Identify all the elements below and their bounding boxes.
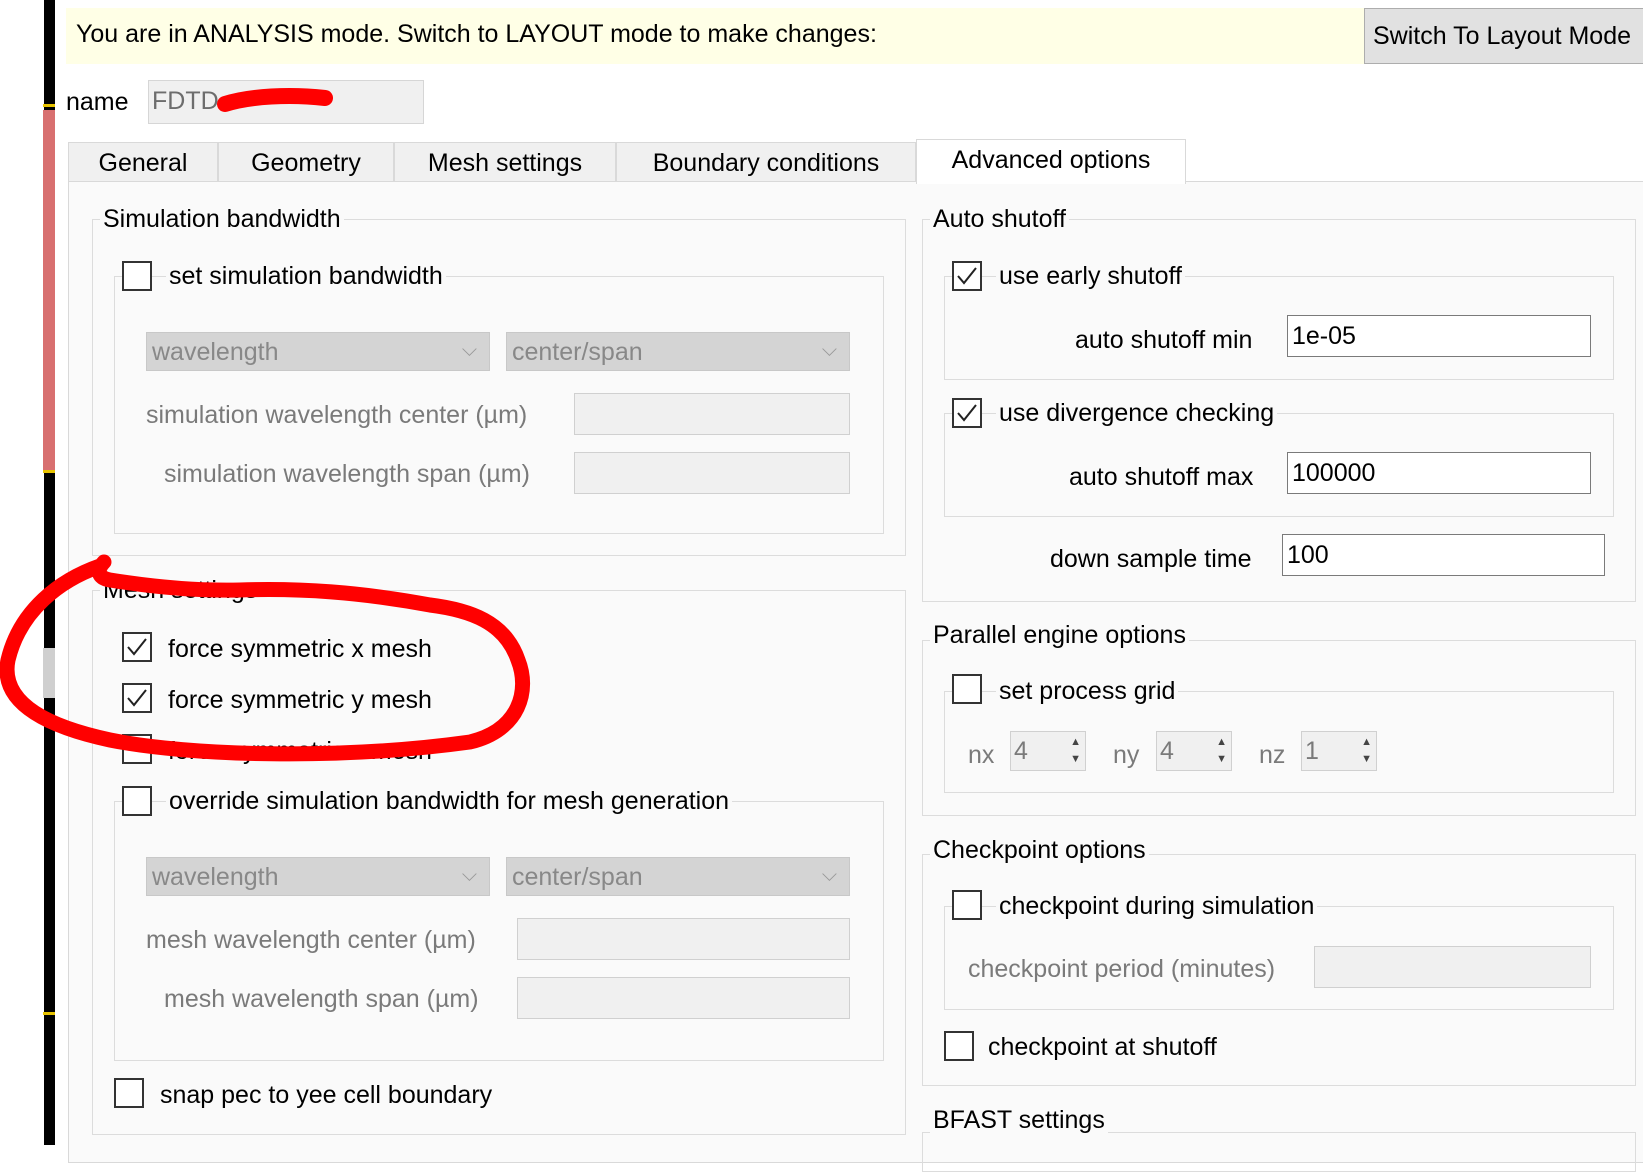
chevron-down-icon: ⌵ <box>461 864 477 886</box>
auto-shutoff-min-label: auto shutoff min <box>1075 326 1253 354</box>
use-early-shutoff-checkbox[interactable] <box>952 261 982 291</box>
mode-banner-text: You are in ANALYSIS mode. Switch to LAYO… <box>76 20 877 48</box>
nz-label: nz <box>1259 741 1286 769</box>
override-bandwidth-label: override simulation bandwidth for mesh g… <box>166 787 733 816</box>
tab-geometry[interactable]: Geometry <box>218 142 394 182</box>
down-sample-time-label: down sample time <box>1050 545 1252 573</box>
checkpoint-period-label: checkpoint period (minutes) <box>968 955 1276 983</box>
checkmark-icon <box>127 638 147 656</box>
checkpoint-during-simulation-checkbox[interactable] <box>952 890 982 920</box>
tab-general[interactable]: General <box>68 142 218 182</box>
mesh-wavelength-span-input[interactable] <box>517 977 850 1019</box>
snap-pec-label: snap pec to yee cell boundary <box>160 1081 493 1109</box>
simulation-bandwidth-title: Simulation bandwidth <box>100 205 344 234</box>
sim-wavelength-span-input[interactable] <box>574 452 850 494</box>
bandwidth-type-select[interactable]: wavelength ⌵ <box>146 332 490 371</box>
nx-value: 4 <box>1014 737 1028 765</box>
use-divergence-checking-label: use divergence checking <box>996 399 1278 428</box>
force-symmetric-y-label: force symmetric y mesh <box>168 686 432 714</box>
force-symmetric-x-label: force symmetric x mesh <box>168 635 432 663</box>
bfast-settings-title: BFAST settings <box>930 1106 1108 1135</box>
left-window-edge <box>0 0 44 1145</box>
chevron-down-icon: ⌵ <box>461 339 477 361</box>
force-symmetric-x-checkbox[interactable] <box>122 632 152 662</box>
sim-wavelength-center-label: simulation wavelength center (µm) <box>146 401 528 429</box>
spin-up-icon[interactable]: ▲ <box>1070 736 1081 748</box>
snap-pec-checkbox[interactable] <box>114 1078 144 1108</box>
checkpoint-period-input[interactable] <box>1314 946 1591 988</box>
set-process-grid-checkbox[interactable] <box>952 674 982 704</box>
auto-shutoff-max-input[interactable]: 100000 <box>1287 452 1591 494</box>
left-marker <box>43 1012 55 1015</box>
mesh-type-value: wavelength <box>152 863 279 891</box>
bandwidth-spec-select[interactable]: center/span ⌵ <box>506 332 850 371</box>
mesh-wavelength-center-label: mesh wavelength center (µm) <box>146 926 476 954</box>
spin-up-icon[interactable]: ▲ <box>1216 736 1227 748</box>
set-process-grid-label: set process grid <box>996 677 1179 706</box>
left-scroll-thumb[interactable] <box>43 648 55 698</box>
auto-shutoff-max-label: auto shutoff max <box>1069 463 1254 491</box>
auto-shutoff-title: Auto shutoff <box>930 205 1069 234</box>
nx-spinbox[interactable]: 4 ▲ ▼ <box>1010 731 1086 771</box>
checkpoint-at-shutoff-checkbox[interactable] <box>944 1031 974 1061</box>
force-symmetric-z-label: force symmetric z mesh <box>168 737 432 765</box>
parallel-engine-title: Parallel engine options <box>930 621 1189 650</box>
tab-mesh-settings[interactable]: Mesh settings <box>394 142 616 182</box>
spin-down-icon[interactable]: ▼ <box>1216 753 1227 765</box>
down-sample-time-input[interactable]: 100 <box>1282 534 1605 576</box>
bandwidth-spec-value: center/span <box>512 338 643 366</box>
nz-value: 1 <box>1305 737 1319 765</box>
use-divergence-checking-checkbox[interactable] <box>952 398 982 428</box>
switch-to-layout-button[interactable]: Switch To Layout Mode <box>1364 8 1643 64</box>
mesh-spec-select[interactable]: center/span ⌵ <box>506 857 850 896</box>
bandwidth-type-value: wavelength <box>152 338 279 366</box>
ny-label: ny <box>1113 741 1140 769</box>
checkpoint-during-simulation-label: checkpoint during simulation <box>996 892 1318 921</box>
chevron-down-icon: ⌵ <box>821 864 837 886</box>
sim-wavelength-center-input[interactable] <box>574 393 850 435</box>
ny-spinbox[interactable]: 4 ▲ ▼ <box>1156 731 1232 771</box>
mesh-settings-title: Mesh settings <box>100 576 261 605</box>
spin-down-icon[interactable]: ▼ <box>1361 753 1372 765</box>
auto-shutoff-min-input[interactable]: 1e-05 <box>1287 315 1591 357</box>
mesh-spec-value: center/span <box>512 863 643 891</box>
mesh-type-select[interactable]: wavelength ⌵ <box>146 857 490 896</box>
spin-up-icon[interactable]: ▲ <box>1361 736 1372 748</box>
force-symmetric-y-checkbox[interactable] <box>122 683 152 713</box>
nx-label: nx <box>968 741 995 769</box>
tab-advanced-options[interactable]: Advanced options <box>916 139 1186 184</box>
left-marker <box>43 470 55 473</box>
chevron-down-icon: ⌵ <box>821 339 837 361</box>
mesh-wavelength-center-input[interactable] <box>517 918 850 960</box>
left-marker <box>43 104 55 107</box>
name-label: name <box>66 88 129 116</box>
nz-spinbox[interactable]: 1 ▲ ▼ <box>1301 731 1377 771</box>
set-simulation-bandwidth-checkbox[interactable] <box>122 261 152 291</box>
sim-wavelength-span-label: simulation wavelength span (µm) <box>164 460 530 488</box>
mesh-wavelength-span-label: mesh wavelength span (µm) <box>164 985 479 1013</box>
name-input[interactable]: FDTD <box>148 80 424 124</box>
checkmark-icon <box>957 404 977 422</box>
override-bandwidth-checkbox[interactable] <box>122 786 152 816</box>
set-simulation-bandwidth-label: set simulation bandwidth <box>166 262 446 291</box>
checkmark-icon <box>957 267 977 285</box>
bfast-settings-group <box>922 1132 1636 1172</box>
ny-value: 4 <box>1160 737 1174 765</box>
tab-boundary-conditions[interactable]: Boundary conditions <box>616 142 916 182</box>
use-early-shutoff-label: use early shutoff <box>996 262 1185 291</box>
left-red-strip <box>43 110 55 470</box>
checkpoint-at-shutoff-label: checkpoint at shutoff <box>988 1033 1217 1061</box>
spin-down-icon[interactable]: ▼ <box>1070 753 1081 765</box>
checkpoint-options-title: Checkpoint options <box>930 836 1149 865</box>
force-symmetric-z-checkbox[interactable] <box>122 734 152 764</box>
checkmark-icon <box>127 689 147 707</box>
